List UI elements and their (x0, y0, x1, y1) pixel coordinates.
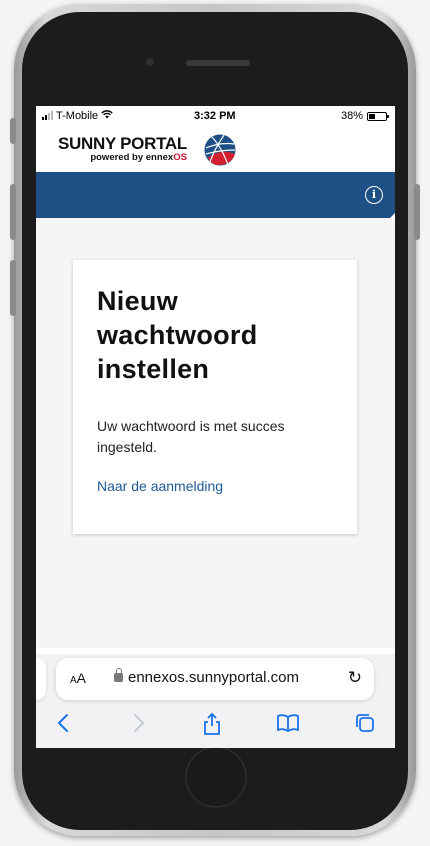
text-size-large: A (76, 670, 87, 686)
carrier-group: T-Mobile (42, 110, 113, 122)
text-size-small: A (70, 675, 77, 686)
url-text: ennexos.sunnyportal.com (128, 669, 299, 686)
top-navbar: i (36, 172, 395, 218)
volume-down-button (10, 260, 16, 316)
volume-up-button (10, 184, 16, 240)
address-bar[interactable]: AA ennexos.sunnyportal.com ↻ (56, 658, 374, 700)
front-camera (146, 58, 154, 66)
battery-icon (367, 111, 389, 121)
lock-icon (114, 668, 123, 682)
safari-toolbar (36, 706, 395, 746)
password-success-card: Nieuw wachtwoord instellen Uw wachtwoord… (73, 260, 357, 534)
back-icon[interactable] (56, 712, 70, 739)
home-button[interactable] (185, 746, 247, 808)
mute-switch (10, 118, 16, 144)
power-button (414, 184, 420, 240)
reload-icon[interactable]: ↻ (348, 668, 362, 688)
info-icon[interactable]: i (365, 186, 383, 204)
bookmarks-icon[interactable] (276, 712, 300, 739)
earpiece-speaker (186, 60, 250, 66)
logo-bar: SUNNY PORTAL powered by ennexOS (36, 126, 395, 172)
go-to-login-link[interactable]: Naar de aanmelding (97, 478, 223, 494)
logo-subtitle-suffix: OS (173, 152, 187, 163)
status-time: 3:32 PM (194, 110, 236, 122)
share-icon[interactable] (202, 712, 222, 741)
battery-group: 38% (340, 110, 389, 122)
status-bar: T-Mobile 3:32 PM 38% (36, 106, 395, 126)
page-title: Nieuw wachtwoord instellen (97, 286, 258, 384)
main-content: Nieuw wachtwoord instellen Uw wachtwoord… (36, 218, 395, 648)
carrier-name: T-Mobile (56, 110, 99, 122)
safari-bottom-bar: AA ennexos.sunnyportal.com ↻ (36, 654, 395, 748)
wifi-icon (101, 110, 113, 122)
logo-subtitle-prefix: powered by ennex (90, 152, 174, 163)
success-message: Uw wachtwoord is met succes ingesteld. (97, 418, 285, 455)
tabs-icon[interactable] (354, 712, 376, 739)
previous-tab-preview[interactable] (36, 658, 46, 700)
signal-icon (42, 111, 53, 120)
forward-icon[interactable] (132, 712, 146, 739)
sunny-portal-logo[interactable]: SUNNY PORTAL powered by ennexOS (58, 134, 187, 163)
screen: T-Mobile 3:32 PM 38% SUNNY PORTAL powere… (36, 106, 395, 748)
logo-title: SUNNY PORTAL (58, 134, 187, 153)
battery-percent: 38% (340, 110, 363, 122)
globe-logo-icon (203, 133, 237, 167)
text-size-button[interactable]: AA (70, 670, 86, 686)
